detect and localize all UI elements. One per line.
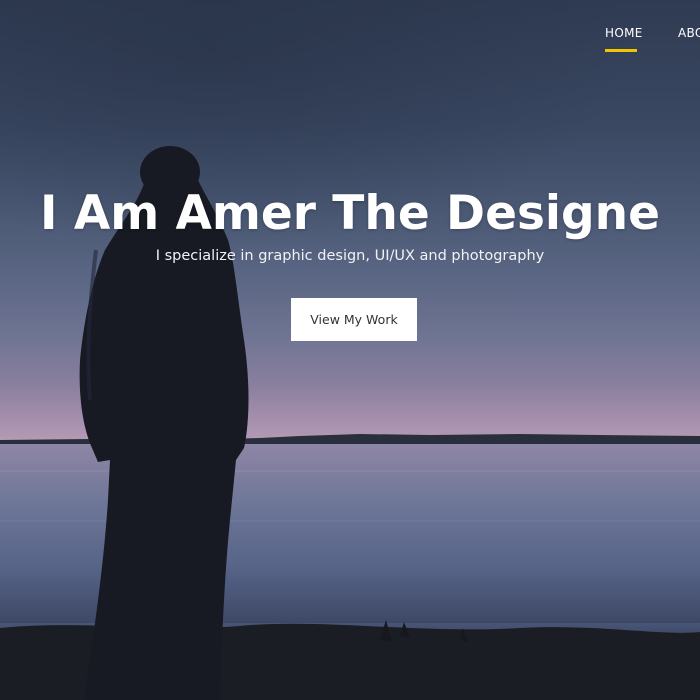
view-my-work-button[interactable]: View My Work <box>291 298 417 341</box>
top-navigation: HOME ABO <box>0 18 700 58</box>
hero-subtitle: I specialize in graphic design, UI/UX an… <box>155 248 545 264</box>
nav-active-indicator <box>605 49 637 52</box>
hero-section: HOME ABO I Am Amer The Designe I special… <box>0 0 700 700</box>
nav-link-about[interactable]: ABO <box>678 26 700 40</box>
hero-background-image <box>0 0 700 700</box>
hero-title: I Am Amer The Designe <box>39 186 661 241</box>
nav-link-home[interactable]: HOME <box>605 26 643 40</box>
